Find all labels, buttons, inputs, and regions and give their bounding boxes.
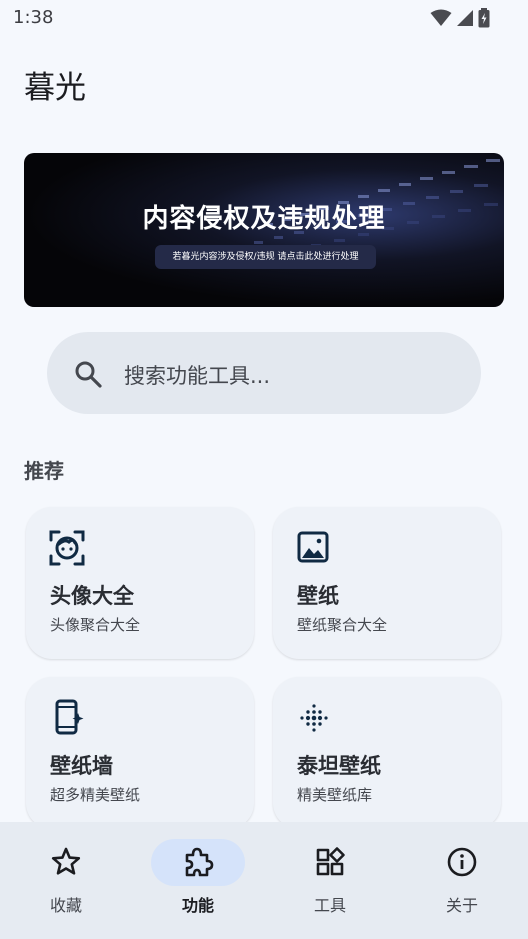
page-title: 暮光 (24, 70, 86, 106)
search-input[interactable]: 搜索功能工具... (124, 360, 270, 390)
search-bar[interactable]: 搜索功能工具... (47, 332, 481, 414)
face-scan-icon (49, 530, 85, 566)
status-icons (430, 8, 490, 28)
star-icon (51, 847, 81, 875)
search-icon (75, 361, 102, 388)
card-wallpaper[interactable]: 壁纸 壁纸聚合大全 (273, 507, 501, 659)
dots-grid-icon (300, 704, 328, 732)
banner-subtitle: 若暮光内容涉及侵权/违规 请点击此处进行处理 (155, 245, 376, 269)
card-subtitle: 头像聚合大全 (50, 616, 141, 634)
signal-icon (457, 10, 473, 26)
section-title-recommend: 推荐 (24, 459, 64, 483)
nav-label: 收藏 (49, 896, 82, 915)
info-icon (447, 847, 477, 877)
status-time: 1:38 (13, 7, 54, 28)
card-title: 泰坦壁纸 (297, 754, 381, 778)
nav-item-tools[interactable]: 工具 (264, 822, 396, 939)
nav-label: 工具 (313, 896, 346, 915)
bottom-nav: 收藏 功能 工具 关于 (0, 822, 528, 939)
widgets-icon (316, 847, 345, 876)
card-title: 壁纸墙 (50, 754, 113, 778)
image-icon (297, 531, 329, 563)
card-title: 头像大全 (50, 584, 134, 608)
card-avatar[interactable]: 头像大全 头像聚合大全 (26, 507, 254, 659)
nav-label: 关于 (445, 896, 478, 915)
nav-item-about[interactable]: 关于 (396, 822, 528, 939)
infringement-banner[interactable]: 内容侵权及违规处理 若暮光内容涉及侵权/违规 请点击此处进行处理 (24, 153, 504, 307)
card-wallpaper-wall[interactable]: 壁纸墙 超多精美壁纸 (26, 677, 254, 829)
wifi-icon (430, 9, 452, 26)
card-subtitle: 壁纸聚合大全 (297, 616, 388, 634)
nav-item-favorites[interactable]: 收藏 (0, 822, 132, 939)
card-title: 壁纸 (297, 584, 339, 608)
nav-item-functions[interactable]: 功能 (132, 822, 264, 939)
banner-title: 内容侵权及违规处理 (142, 204, 386, 234)
phone-sparkle-icon (55, 699, 84, 735)
card-subtitle: 超多精美壁纸 (50, 786, 141, 804)
card-titan-wallpaper[interactable]: 泰坦壁纸 精美壁纸库 (273, 677, 501, 829)
puzzle-icon (185, 847, 214, 877)
card-subtitle: 精美壁纸库 (297, 786, 373, 804)
nav-label: 功能 (181, 896, 214, 915)
battery-icon (478, 8, 490, 28)
status-bar: 1:38 (0, 0, 528, 36)
